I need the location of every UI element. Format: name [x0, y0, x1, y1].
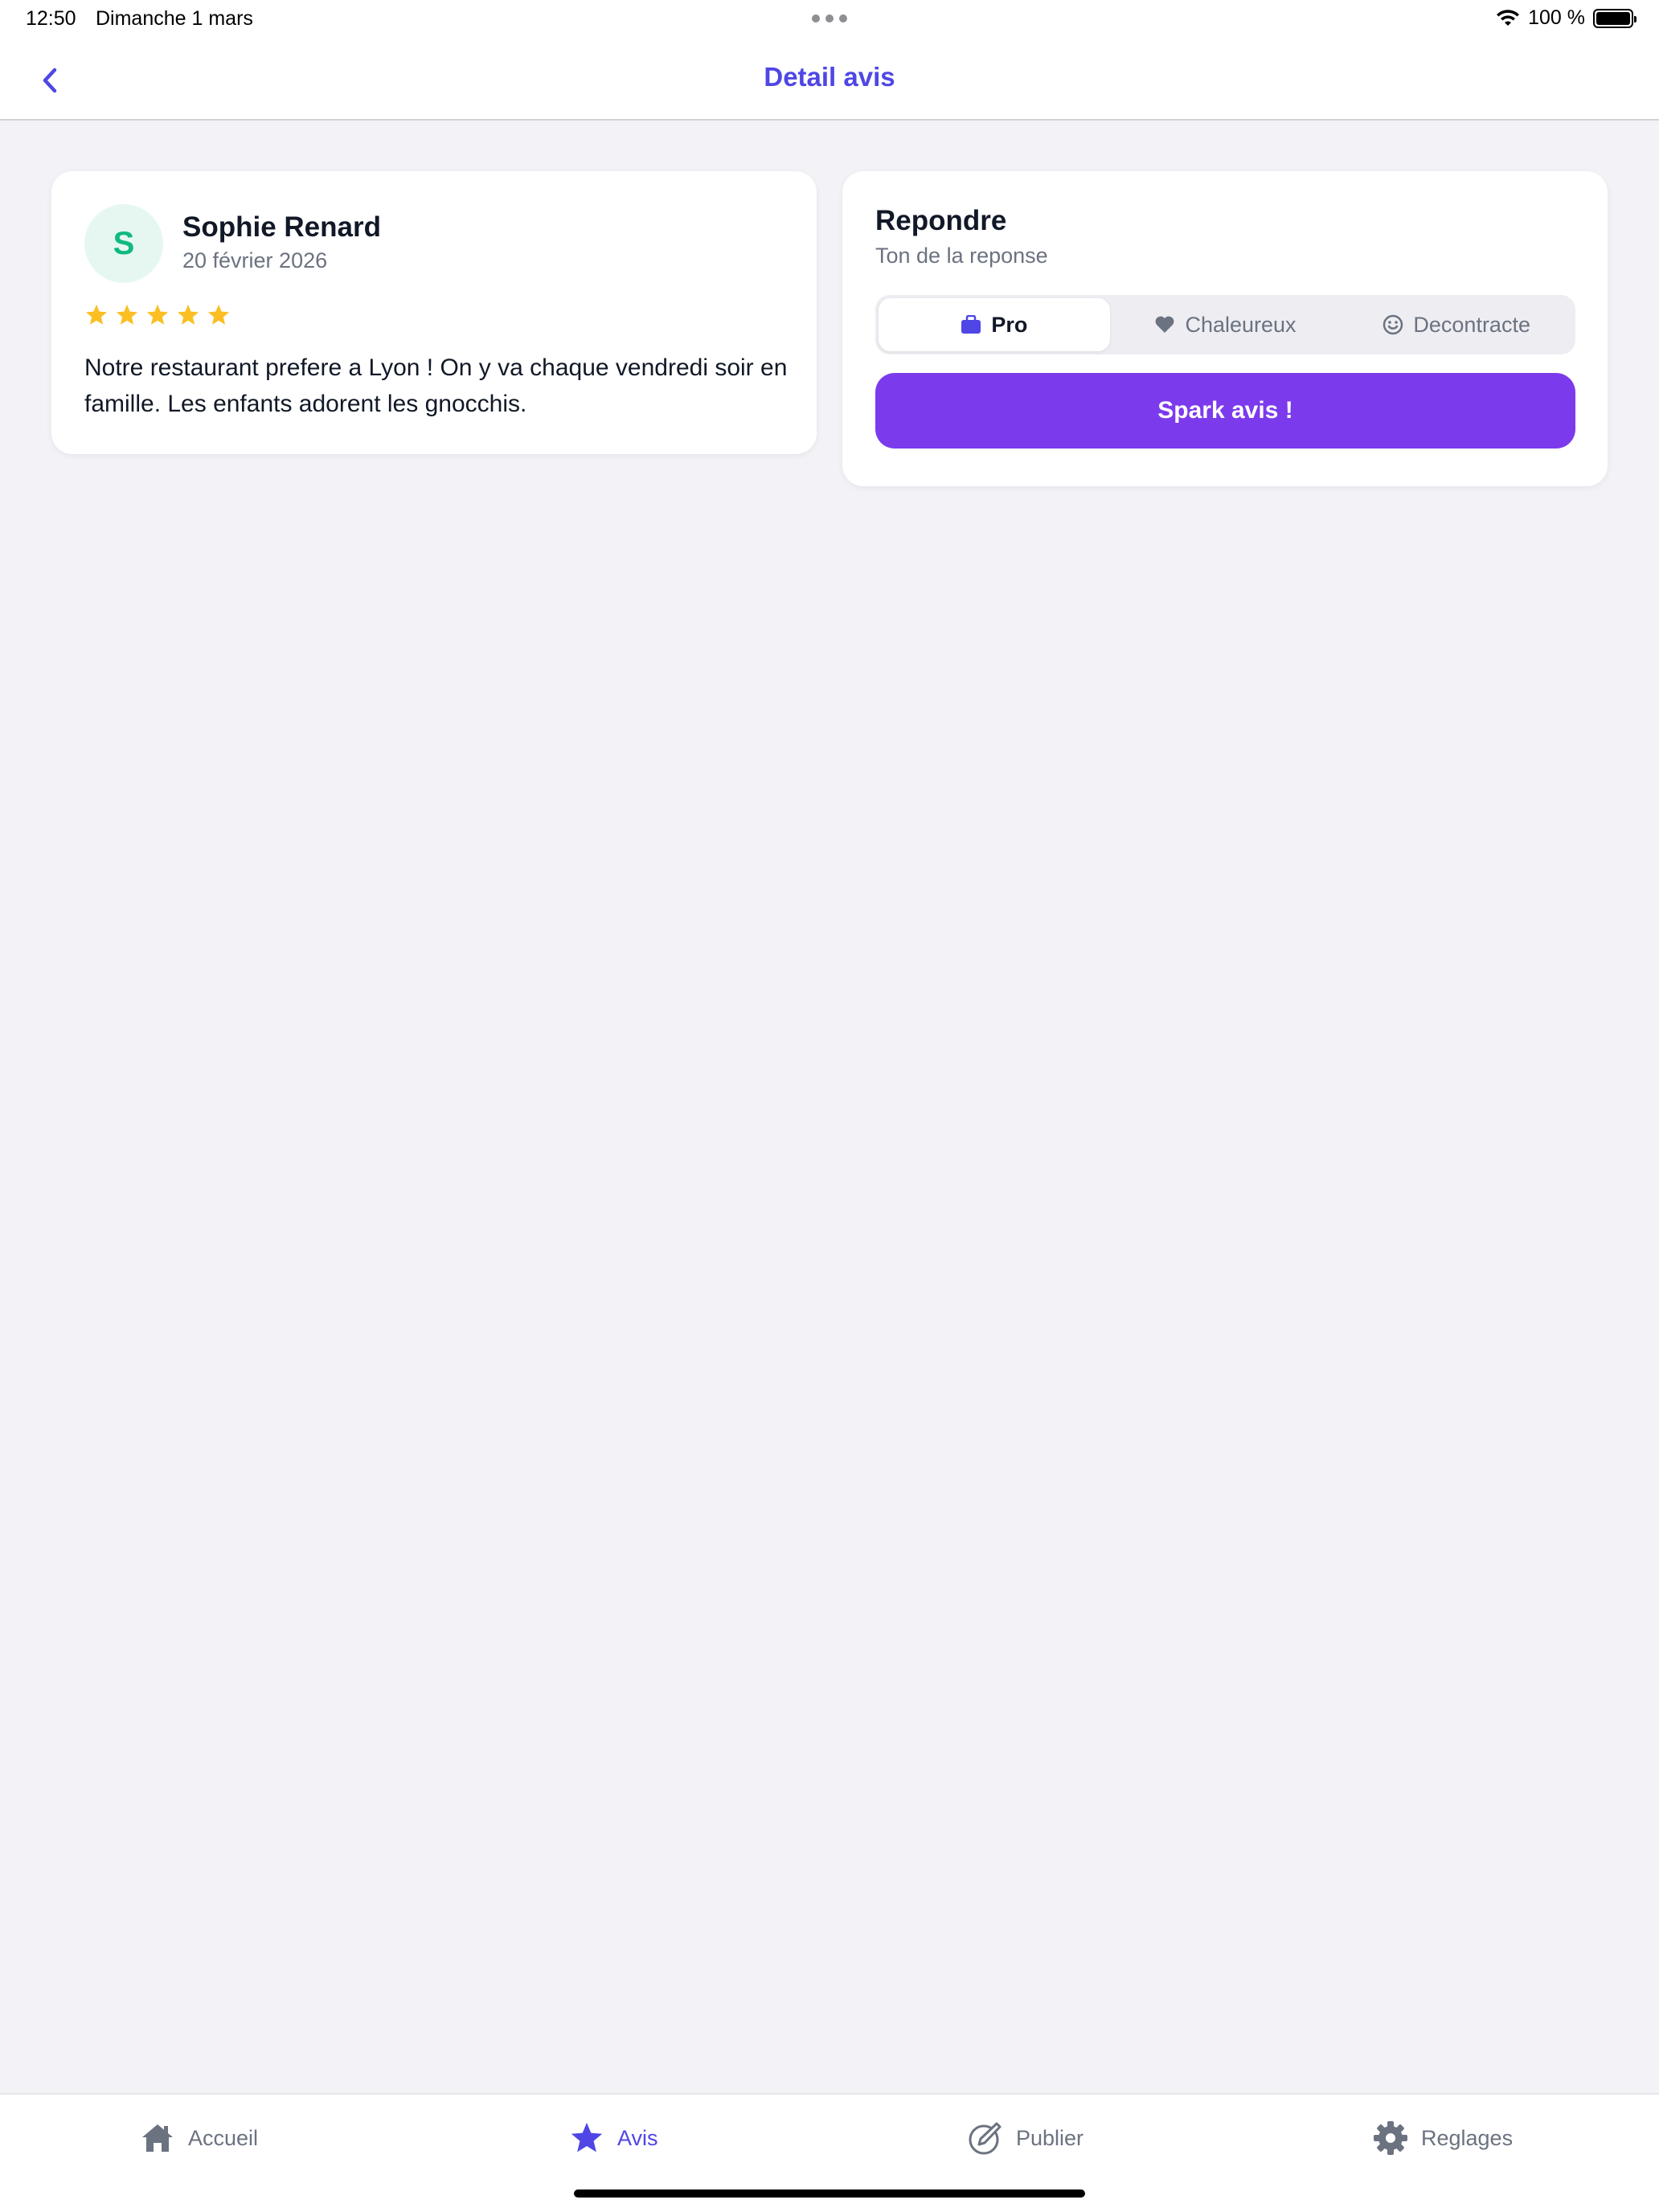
- spark-avis-button[interactable]: Spark avis !: [875, 373, 1575, 449]
- tone-label-pro: Pro: [991, 312, 1028, 337]
- compose-icon: [969, 2122, 1002, 2155]
- star-icon: [116, 304, 138, 325]
- status-time: 12:50: [26, 7, 76, 30]
- tab-avis[interactable]: Avis: [569, 2117, 658, 2159]
- tab-label-accueil: Accueil: [188, 2125, 259, 2150]
- tone-label-chaleureux: Chaleureux: [1185, 312, 1296, 337]
- tone-option-pro[interactable]: Pro: [879, 298, 1110, 351]
- tone-option-chaleureux[interactable]: Chaleureux: [1110, 298, 1342, 351]
- review-card: S Sophie Renard 20 février 2026 Notre re…: [51, 171, 817, 454]
- star-icon: [177, 304, 199, 325]
- tone-option-decontracte[interactable]: Decontracte: [1341, 298, 1572, 351]
- wifi-icon: [1497, 9, 1520, 26]
- home-icon: [142, 2124, 173, 2152]
- smiley-icon: [1383, 314, 1403, 335]
- tab-label-reglages: Reglages: [1421, 2125, 1514, 2150]
- battery-percent: 100 %: [1528, 6, 1585, 29]
- battery-icon: [1593, 8, 1636, 28]
- tab-label-publier: Publier: [1016, 2125, 1084, 2150]
- nav-bar: Detail avis: [0, 40, 1659, 121]
- review-date: 20 février 2026: [182, 248, 328, 272]
- tab-label-avis: Avis: [617, 2125, 658, 2150]
- tab-reglages[interactable]: Reglages: [1373, 2117, 1513, 2159]
- page-title: Detail avis: [764, 62, 895, 92]
- reviewer-name: Sophie Renard: [182, 211, 381, 243]
- star-icon: [146, 304, 169, 325]
- star-icon: [571, 2122, 603, 2153]
- tone-selector: Pro Chaleureux Decontracte: [875, 295, 1575, 354]
- multitasking-dots-icon[interactable]: [812, 14, 847, 23]
- star-rating: [84, 303, 231, 327]
- star-icon: [85, 304, 108, 325]
- reply-subtitle: Ton de la reponse: [875, 244, 1048, 268]
- star-icon: [207, 304, 230, 325]
- tab-accueil[interactable]: Accueil: [140, 2117, 258, 2159]
- home-indicator[interactable]: [574, 2189, 1085, 2198]
- heart-icon: [1156, 316, 1174, 333]
- review-text: Notre restaurant prefere a Lyon ! On y v…: [84, 354, 788, 417]
- tone-label-decontracte: Decontracte: [1413, 312, 1530, 337]
- status-bar: 12:50 Dimanche 1 mars 100 %: [0, 0, 1659, 40]
- briefcase-icon: [961, 315, 981, 334]
- gear-icon: [1374, 2121, 1407, 2155]
- status-date: Dimanche 1 mars: [96, 7, 253, 30]
- reply-card: Repondre Ton de la reponse Pro Chaleureu…: [842, 171, 1608, 486]
- reply-title: Repondre: [875, 205, 1007, 236]
- avatar: S: [84, 204, 163, 283]
- tab-publier[interactable]: Publier: [968, 2117, 1083, 2159]
